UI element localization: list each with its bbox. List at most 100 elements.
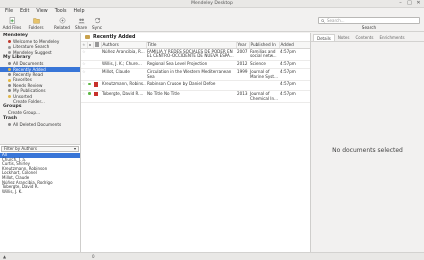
star-icon: ★ [82,42,86,48]
details-tabs: Details Notes Contents Enrichments [311,33,424,42]
cell-authors: Tobergte, David R.... [101,90,146,104]
cell-year [236,80,249,91]
read-status-icon [88,82,91,86]
title-bar: Mendeley Desktop – □ ✕ [0,0,424,8]
tab-enrichments[interactable]: Enrichments [376,34,407,41]
window-title: Mendeley Desktop [191,1,233,6]
read-status-icon [88,92,91,95]
star-icon[interactable]: ☆ [82,81,86,87]
cell-published-in: Journal of Chemical In... [249,90,279,104]
close-button[interactable]: ✕ [416,1,421,6]
pdf-icon[interactable] [94,91,98,97]
status-count: 0 [92,254,95,259]
column-published-in[interactable]: Published In [249,42,280,49]
related-button[interactable]: Related [52,16,72,31]
clock-icon [8,67,11,71]
toolbar: Add Files Folders Related Share Sync Sea… [0,15,424,32]
cell-published-in: Science [249,60,279,69]
filter-item[interactable]: Willis, J. K. [0,189,80,195]
star-icon [8,78,11,82]
sync-icon [94,17,100,24]
cell-published-in [249,80,279,91]
cell-title: Robinson Crusoe by Daniel Defoe [146,80,236,91]
related-icon [59,17,65,24]
chevron-down-icon: ▾ [73,146,76,151]
cell-year: 2013 [236,90,249,104]
tab-notes[interactable]: Notes [335,34,353,41]
book-icon [8,73,11,77]
search-label: Search [361,25,377,30]
tab-details[interactable]: Details [313,34,335,41]
sidebar: Mendeley Welcome to Mendeley Literature … [0,33,81,144]
table-row[interactable]: ☆ Tobergte, David R.... No Title No Titl… [81,90,310,104]
cell-added: 4:57pm [279,60,310,69]
menu-tools[interactable]: Tools [55,9,67,14]
maximize-button[interactable]: □ [407,1,412,6]
empty-state-message: No documents selected [332,147,403,154]
cell-authors: Núñez Arancibia, R... [101,48,146,62]
review-icon [8,83,11,87]
share-icon [78,18,85,24]
star-icon[interactable]: ☆ [82,91,86,96]
file-icon [94,42,99,47]
menu-bar: File Edit View Tools Help [0,8,424,15]
person-icon [8,89,11,93]
cell-authors: Millot, Claude [101,68,146,82]
filter-panel: Filter by Authors ▾ All Church, J. a. Cu… [0,144,81,252]
cell-published-in: Familias and social netw... [249,48,279,62]
cell-published-in: Journal of Marine Syst... [249,68,279,82]
menu-help[interactable]: Help [74,9,85,14]
search-input[interactable]: Search... [318,17,420,24]
cell-added: 4:57pm [279,68,310,82]
search-icon [321,19,325,23]
document-table: ★ Authors Title Year Published In Added … [81,42,311,104]
details-panel: Details Notes Contents Enrichments No do… [310,33,424,252]
tab-contents[interactable]: Contents [352,34,376,41]
table-row[interactable]: ☆ Willis, J. K.; Chure... Regional Sea L… [81,60,310,69]
sync-button[interactable]: Sync [87,16,107,31]
add-files-icon [9,17,15,24]
filter-list: All Church, J. a. Curtis, Shirley Kreutz… [0,152,80,195]
pdf-icon[interactable] [94,82,98,87]
star-icon[interactable]: ☆ [82,69,86,74]
cell-year: 1999 [236,68,249,82]
star-icon[interactable]: ☆ [82,61,86,66]
star-icon[interactable]: ☆ [82,49,86,54]
bug-icon[interactable]: ▲ [3,254,6,259]
menu-edit[interactable]: Edit [20,9,29,14]
table-row[interactable]: ☆ Núñez Arancibia, R... FAMILIA Y REDES … [81,48,310,62]
mendeley-icon [8,40,11,44]
folder-icon [32,18,40,24]
suggest-icon [8,50,11,54]
documents-icon [8,62,11,66]
cell-year: 2007 [236,48,249,62]
menu-file[interactable]: File [5,9,13,14]
cell-added: 4:57pm [279,80,310,91]
sidebar-item-all-deleted[interactable]: All Deleted Documents [0,122,80,127]
cell-title: Regional Sea Level Projection [146,60,236,69]
cell-added: 4:57pm [279,90,310,104]
read-status-icon [88,43,91,47]
list-header: Recently Added [81,33,310,42]
menu-view[interactable]: View [36,9,47,14]
document-list-panel: Recently Added ★ Authors Title Year Publ… [81,33,311,252]
cell-title: FAMILIA Y REDES SOCIALES DE PODER EN EL … [146,48,236,62]
recently-added-icon [85,35,90,39]
cell-year: 2012 [236,60,249,69]
cell-title: No Title No Title [146,90,236,104]
search-icon [8,45,11,49]
filter-dropdown[interactable]: Filter by Authors ▾ [1,146,79,152]
folders-button[interactable]: Folders [26,16,46,31]
table-row[interactable]: ☆ Kreutzmann, Robins... Robinson Crusoe … [81,80,310,91]
folder-icon [8,94,11,98]
minimize-button[interactable]: – [398,1,403,6]
cell-added: 4:57pm [279,48,310,62]
window-controls: – □ ✕ [398,1,421,6]
trash-icon [8,122,11,126]
add-files-button[interactable]: Add Files [2,16,22,31]
cell-title: Circulation in the Western Mediterranean… [146,68,236,82]
cell-authors: Kreutzmann, Robins... [101,80,146,91]
cell-authors: Willis, J. K.; Chure... [101,60,146,69]
status-bar: ▲ 0 [0,252,424,260]
table-row[interactable]: ☆ Millot, Claude Circulation in the West… [81,68,310,82]
